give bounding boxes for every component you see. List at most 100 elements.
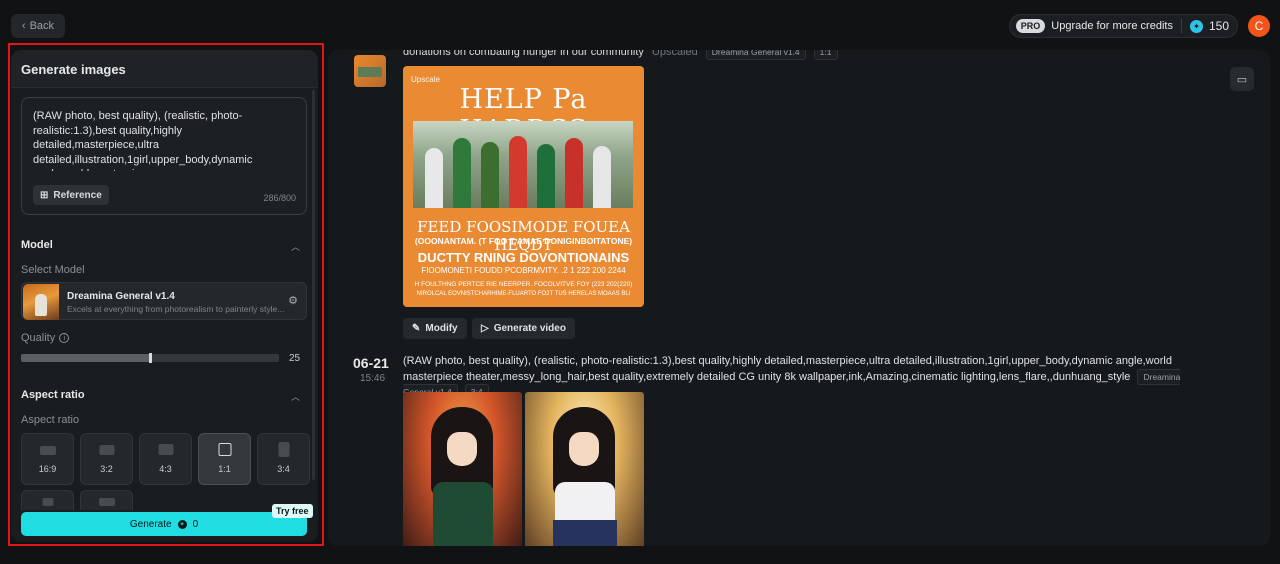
prompt-tail: donations on combating hunger in our com… [403,50,644,58]
user-avatar[interactable]: C [1248,15,1270,37]
panel-scrollbar[interactable] [312,90,315,480]
quality-label: Quality i [21,332,70,344]
poster-line: (OOONANTAM. (T FOO T AMAE DONIGINBOITATO… [414,236,633,246]
ratio-option-3-4[interactable]: 3:4 [257,433,310,485]
generated-poster-image[interactable]: Upscale HELP Pa HADDSS FEED FOOSIMODE FO… [403,66,644,307]
ratio-shape-icon [158,444,173,455]
ratio-option-4-3[interactable]: 4:3 [139,433,192,485]
back-label: Back [29,20,55,32]
reference-thumbnail[interactable] [354,55,386,87]
model-tag: Dreamina General v1.4 [705,50,806,60]
ratio-tag: 1:1 [813,50,838,60]
modify-label: Modify [425,323,458,334]
panel-title: Generate images [11,50,318,88]
back-button[interactable]: ‹ Back [11,14,65,38]
person-figure [537,144,555,208]
figure-body [433,482,493,546]
feed-time: 15:46 [360,373,386,384]
ratio-label: 3:2 [100,464,113,474]
generate-label: Generate [129,518,172,530]
quality-text: Quality [21,332,56,344]
aspect-ratio-options: 16:9 3:2 4:3 1:1 3:4 [21,433,310,485]
ratio-label: 4:3 [159,464,172,474]
divider [1180,19,1182,33]
pro-badge: PRO [1015,19,1046,33]
quality-slider-fill [21,354,150,362]
ratio-shape-icon [42,498,53,506]
chevron-up-icon[interactable]: ︿ [291,240,300,253]
prompt-text: (RAW photo, best quality), (realistic, p… [403,355,1172,383]
status-label: Upscaled [651,50,698,58]
poster-photo [413,121,633,208]
generated-image[interactable] [403,392,522,546]
poster-line: DUCTTY RNING DOVONTIONAINS [417,250,630,265]
model-selector[interactable]: Dreamina General v1.4 Excels at everythi… [21,282,307,320]
ratio-option-16-9[interactable]: 16:9 [21,433,74,485]
aspect-ratio-label: Aspect ratio [21,414,80,426]
ratio-label: 3:4 [277,464,290,474]
feed-date: 06-21 [353,355,389,371]
sliders-icon[interactable]: ⚙ [288,294,298,307]
generate-button[interactable]: Generate ✦ 0 [21,512,307,536]
model-section-title: Model [21,239,53,251]
ratio-shape-icon [98,498,115,506]
reference-label: Reference [53,189,102,201]
poster-line: H FOULTHNG PERTCE RIE NEERPER. FOCOLVITV… [414,281,633,288]
modify-button[interactable]: ✎ Modify [403,318,467,339]
quality-value: 25 [289,353,301,364]
chevron-left-icon: ‹ [21,20,26,32]
ratio-option-more[interactable] [80,490,133,510]
person-figure [565,138,583,208]
ratio-option-3-2[interactable]: 3:2 [80,433,133,485]
figure-face [569,432,599,466]
ratio-shape-icon [99,445,114,455]
aspect-ratio-options-row2 [21,490,133,510]
upscale-label: Upscale [411,75,440,84]
ratio-label: 1:1 [218,464,231,474]
reference-button[interactable]: ⊞ Reference [33,185,109,205]
poster-line: FIOOMONETI FOUDD PCOBRMVITY. .2 1 222 20… [421,266,626,275]
ratio-shape-icon [218,443,231,456]
person-figure [453,138,471,208]
ratio-shape-icon [278,442,289,457]
results-feed: donations on combating hunger in our com… [328,50,1270,546]
generate-video-label: Generate video [493,323,566,334]
generate-cost: 0 [192,518,199,530]
generate-images-panel: Generate images (RAW photo, best quality… [11,50,318,542]
select-model-label: Select Model [21,264,85,276]
prompt-input[interactable]: (RAW photo, best quality), (realistic, p… [21,97,307,215]
top-right-bar: PRO Upgrade for more credits ✦ 150 C [1008,14,1270,38]
person-figure [425,148,443,208]
model-description: Excels at everything from photorealism t… [67,304,285,314]
person-figure [481,142,499,208]
credit-count: 150 [1208,19,1229,33]
generated-image[interactable] [525,392,644,546]
feed-item-prompt: (RAW photo, best quality), (realistic, p… [403,354,1203,401]
image-add-icon: ⊞ [40,189,49,201]
person-figure [509,136,527,208]
quality-slider-thumb[interactable] [149,353,152,363]
video-icon: ▷ [481,323,489,334]
info-icon[interactable]: i [59,333,70,343]
ratio-option-more[interactable] [21,490,74,510]
aspect-section-title: Aspect ratio [21,389,85,401]
upgrade-button[interactable]: PRO Upgrade for more credits ✦ 150 [1008,14,1238,38]
poster-line: NIROLCAL EOVNISTCHARHIME-FLUARTO FO2T TU… [416,291,631,297]
figure-skirt [553,520,617,546]
credit-icon: ✦ [1189,19,1203,33]
person-figure [593,146,611,208]
try-free-badge: Try free [272,504,313,518]
ratio-label: 16:9 [38,464,57,474]
folder-icon[interactable]: ▭ [1230,67,1254,91]
ratio-option-1-1[interactable]: 1:1 [198,433,251,485]
credit-icon: ✦ [177,519,187,529]
upgrade-label: Upgrade for more credits [1051,20,1173,32]
generate-video-button[interactable]: ▷ Generate video [472,318,575,339]
model-name: Dreamina General v1.4 [67,291,175,302]
prompt-text[interactable]: (RAW photo, best quality), (realistic, p… [33,109,295,171]
quality-slider[interactable] [21,353,279,363]
char-count: 286/800 [263,193,296,203]
feed-item-prompt: donations on combating hunger in our com… [403,50,838,60]
chevron-up-icon[interactable]: ︿ [291,390,300,403]
pencil-icon: ✎ [412,323,421,334]
